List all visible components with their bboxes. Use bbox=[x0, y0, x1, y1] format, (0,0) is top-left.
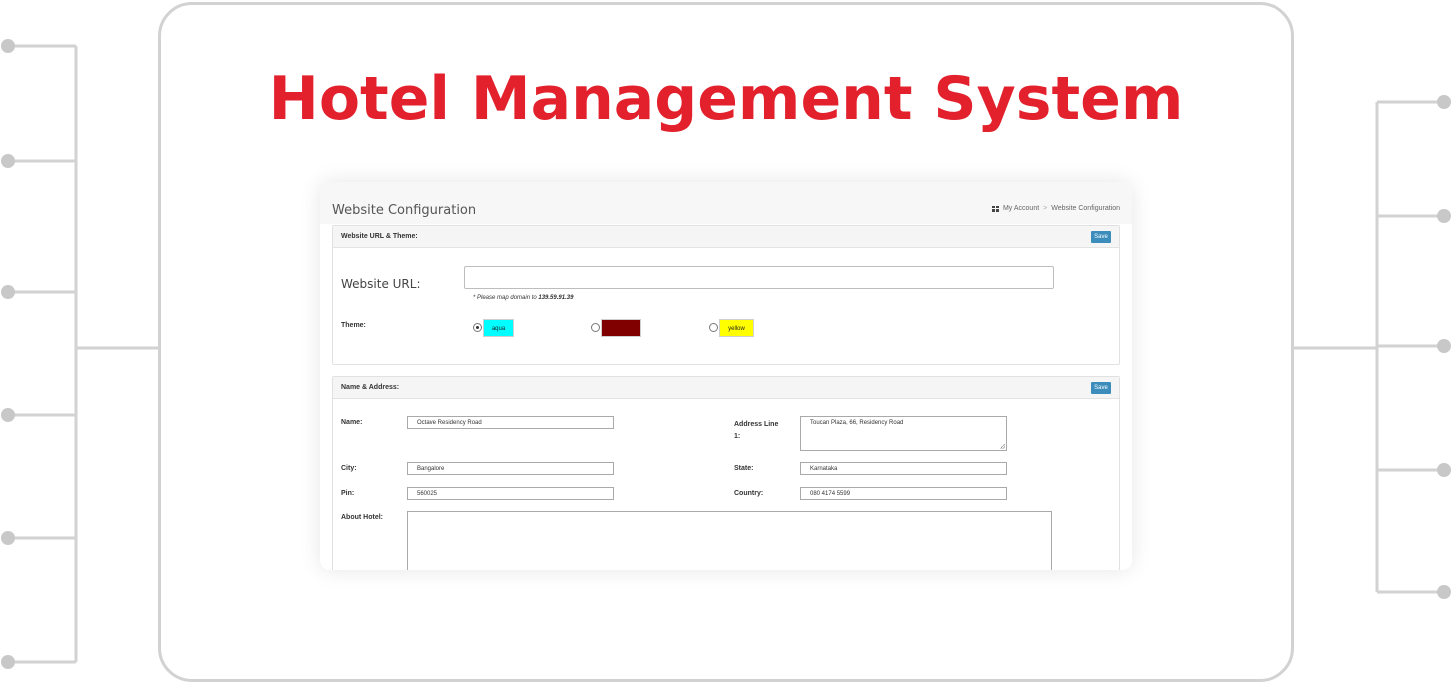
theme-swatch-maroon[interactable]: maroon bbox=[601, 319, 641, 337]
country-label: Country: bbox=[734, 490, 764, 497]
theme-radio-maroon[interactable] bbox=[591, 323, 600, 332]
domain-hint: * Please map domain to 139.59.91.39 bbox=[473, 295, 574, 301]
pin-label: Pin: bbox=[341, 490, 355, 497]
theme-radio-yellow[interactable] bbox=[709, 323, 718, 332]
website-url-label: Website URL: bbox=[341, 277, 421, 291]
country-field[interactable]: 080 4174 5599 bbox=[800, 487, 1007, 500]
theme-radio-aqua[interactable] bbox=[473, 323, 482, 332]
name-address-panel: Name & Address: Save Name: Octave Reside… bbox=[332, 376, 1120, 570]
name-field[interactable]: Octave Residency Road bbox=[407, 416, 614, 429]
theme-swatch-yellow[interactable]: yellow bbox=[719, 319, 754, 337]
state-field[interactable]: Karnataka bbox=[800, 462, 1007, 475]
url-theme-panel: Website URL & Theme: Save Website URL: *… bbox=[332, 225, 1120, 365]
grid-icon bbox=[991, 205, 999, 212]
city-label: City: bbox=[341, 465, 357, 472]
save-button[interactable]: Save bbox=[1091, 382, 1111, 394]
city-field[interactable]: Bangalore bbox=[407, 462, 614, 475]
app-screenshot: Website Configuration My Account > Websi… bbox=[320, 182, 1132, 570]
resize-grip-icon[interactable] bbox=[1000, 444, 1005, 449]
about-hotel-field[interactable] bbox=[407, 511, 1052, 570]
address-line-1-field[interactable]: Toucan Plaza, 66, Residency Road bbox=[800, 416, 1007, 451]
panel-title: Website URL & Theme: bbox=[341, 233, 418, 240]
address-line-1-label: Address Line 1: bbox=[734, 421, 779, 440]
name-label: Name: bbox=[341, 419, 363, 426]
hero-title: Hotel Management System bbox=[268, 64, 1184, 134]
theme-swatch-aqua[interactable]: aqua bbox=[483, 319, 514, 337]
breadcrumb: My Account > Website Configuration bbox=[991, 205, 1120, 212]
panel-header: Website URL & Theme: Save bbox=[333, 226, 1119, 248]
theme-label: Theme: bbox=[341, 322, 366, 329]
breadcrumb-separator: > bbox=[1043, 205, 1048, 212]
panel-title: Name & Address: bbox=[341, 384, 400, 391]
breadcrumb-my-account[interactable]: My Account bbox=[1003, 205, 1039, 212]
pin-field[interactable]: 560025 bbox=[407, 487, 614, 500]
state-label: State: bbox=[734, 465, 754, 472]
address-line-1-value: Toucan Plaza, 66, Residency Road bbox=[810, 420, 904, 426]
page-header: Website Configuration My Account > Websi… bbox=[320, 182, 1132, 224]
panel-header: Name & Address: Save bbox=[333, 377, 1119, 399]
about-hotel-label: About Hotel: bbox=[341, 514, 383, 521]
website-url-input[interactable] bbox=[464, 266, 1054, 289]
breadcrumb-current: Website Configuration bbox=[1051, 205, 1120, 212]
page-title: Website Configuration bbox=[332, 203, 477, 218]
save-button[interactable]: Save bbox=[1091, 231, 1111, 243]
